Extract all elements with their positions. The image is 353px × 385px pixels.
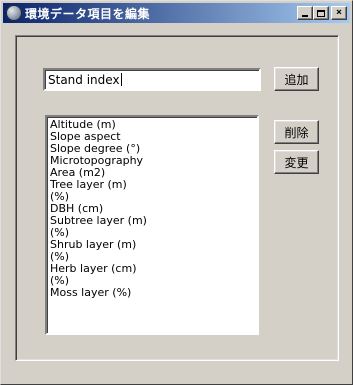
list-item[interactable]: Shrub layer (m) [49,239,255,251]
add-button[interactable]: 追加 [274,67,319,91]
delete-button[interactable]: 削除 [274,120,319,144]
list-item[interactable]: Moss layer (%) [49,287,255,299]
environment-items-list[interactable]: Altitude (m) Slope aspect Slope degree (°)… [45,115,259,335]
item-name-value: Stand index [48,72,120,87]
list-item[interactable]: Herb layer (cm) [49,263,255,275]
window-controls: × [297,6,347,20]
list-item[interactable]: Subtree layer (m) [49,215,255,227]
title-bar[interactable]: 環境データ項目を編集 × [3,3,350,23]
app-icon[interactable] [6,5,22,21]
edit-environment-items-window: 環境データ項目を編集 × Stand index 追加 Altitude (m)… [0,0,353,385]
maximize-button[interactable] [313,6,329,20]
close-button[interactable]: × [331,6,347,20]
list-item[interactable]: Tree layer (m) [49,179,255,191]
window-title: 環境データ項目を編集 [25,6,151,21]
maximize-icon [317,9,325,17]
text-caret [120,73,122,86]
minimize-button[interactable] [297,6,313,20]
item-name-input[interactable]: Stand index [43,68,261,91]
close-icon: × [335,7,343,18]
minimize-icon [302,15,308,17]
change-button[interactable]: 変更 [274,150,319,174]
